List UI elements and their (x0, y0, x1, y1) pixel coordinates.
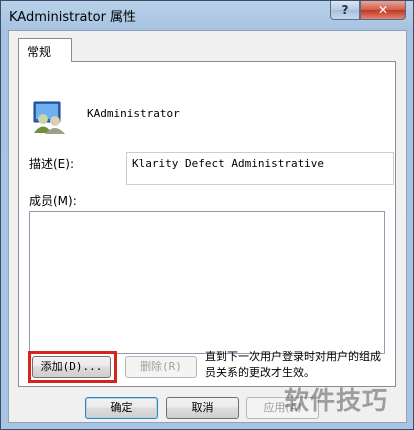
general-panel: KAdministrator 描述(E): Klarity Defect Adm… (18, 61, 396, 387)
add-button[interactable]: 添加(D)... (32, 356, 111, 378)
ok-button[interactable]: 确定 (85, 397, 158, 419)
members-label: 成员(M): (29, 194, 77, 208)
help-button[interactable]: ? (330, 1, 360, 20)
window-title: KAdministrator 属性 (9, 10, 137, 25)
tab-general-label: 常规 (27, 45, 52, 59)
description-field[interactable]: Klarity Defect Administrative (126, 152, 394, 185)
remove-button[interactable]: 删除(R) (125, 356, 197, 378)
properties-window: KAdministrator 属性 ? ✕ 常规 KAdministrator … (0, 0, 414, 430)
cancel-button[interactable]: 取消 (166, 397, 239, 419)
username-label: KAdministrator (87, 107, 180, 120)
title-bar[interactable]: KAdministrator 属性 ? ✕ (1, 1, 413, 29)
dialog-body: 常规 KAdministrator 描述(E): Klarity Defect … (8, 30, 407, 423)
tab-general[interactable]: 常规 (18, 38, 72, 62)
help-icon: ? (341, 3, 349, 17)
members-list[interactable] (29, 211, 385, 354)
users-group-icon (33, 101, 65, 134)
close-button[interactable]: ✕ (360, 1, 406, 20)
description-label: 描述(E): (29, 157, 74, 171)
watermark-text: 软件技巧 (284, 386, 389, 415)
close-icon: ✕ (377, 3, 389, 17)
membership-note: 直到下一次用户登录时对用户的组成员关系的更改才生效。 (205, 350, 381, 379)
